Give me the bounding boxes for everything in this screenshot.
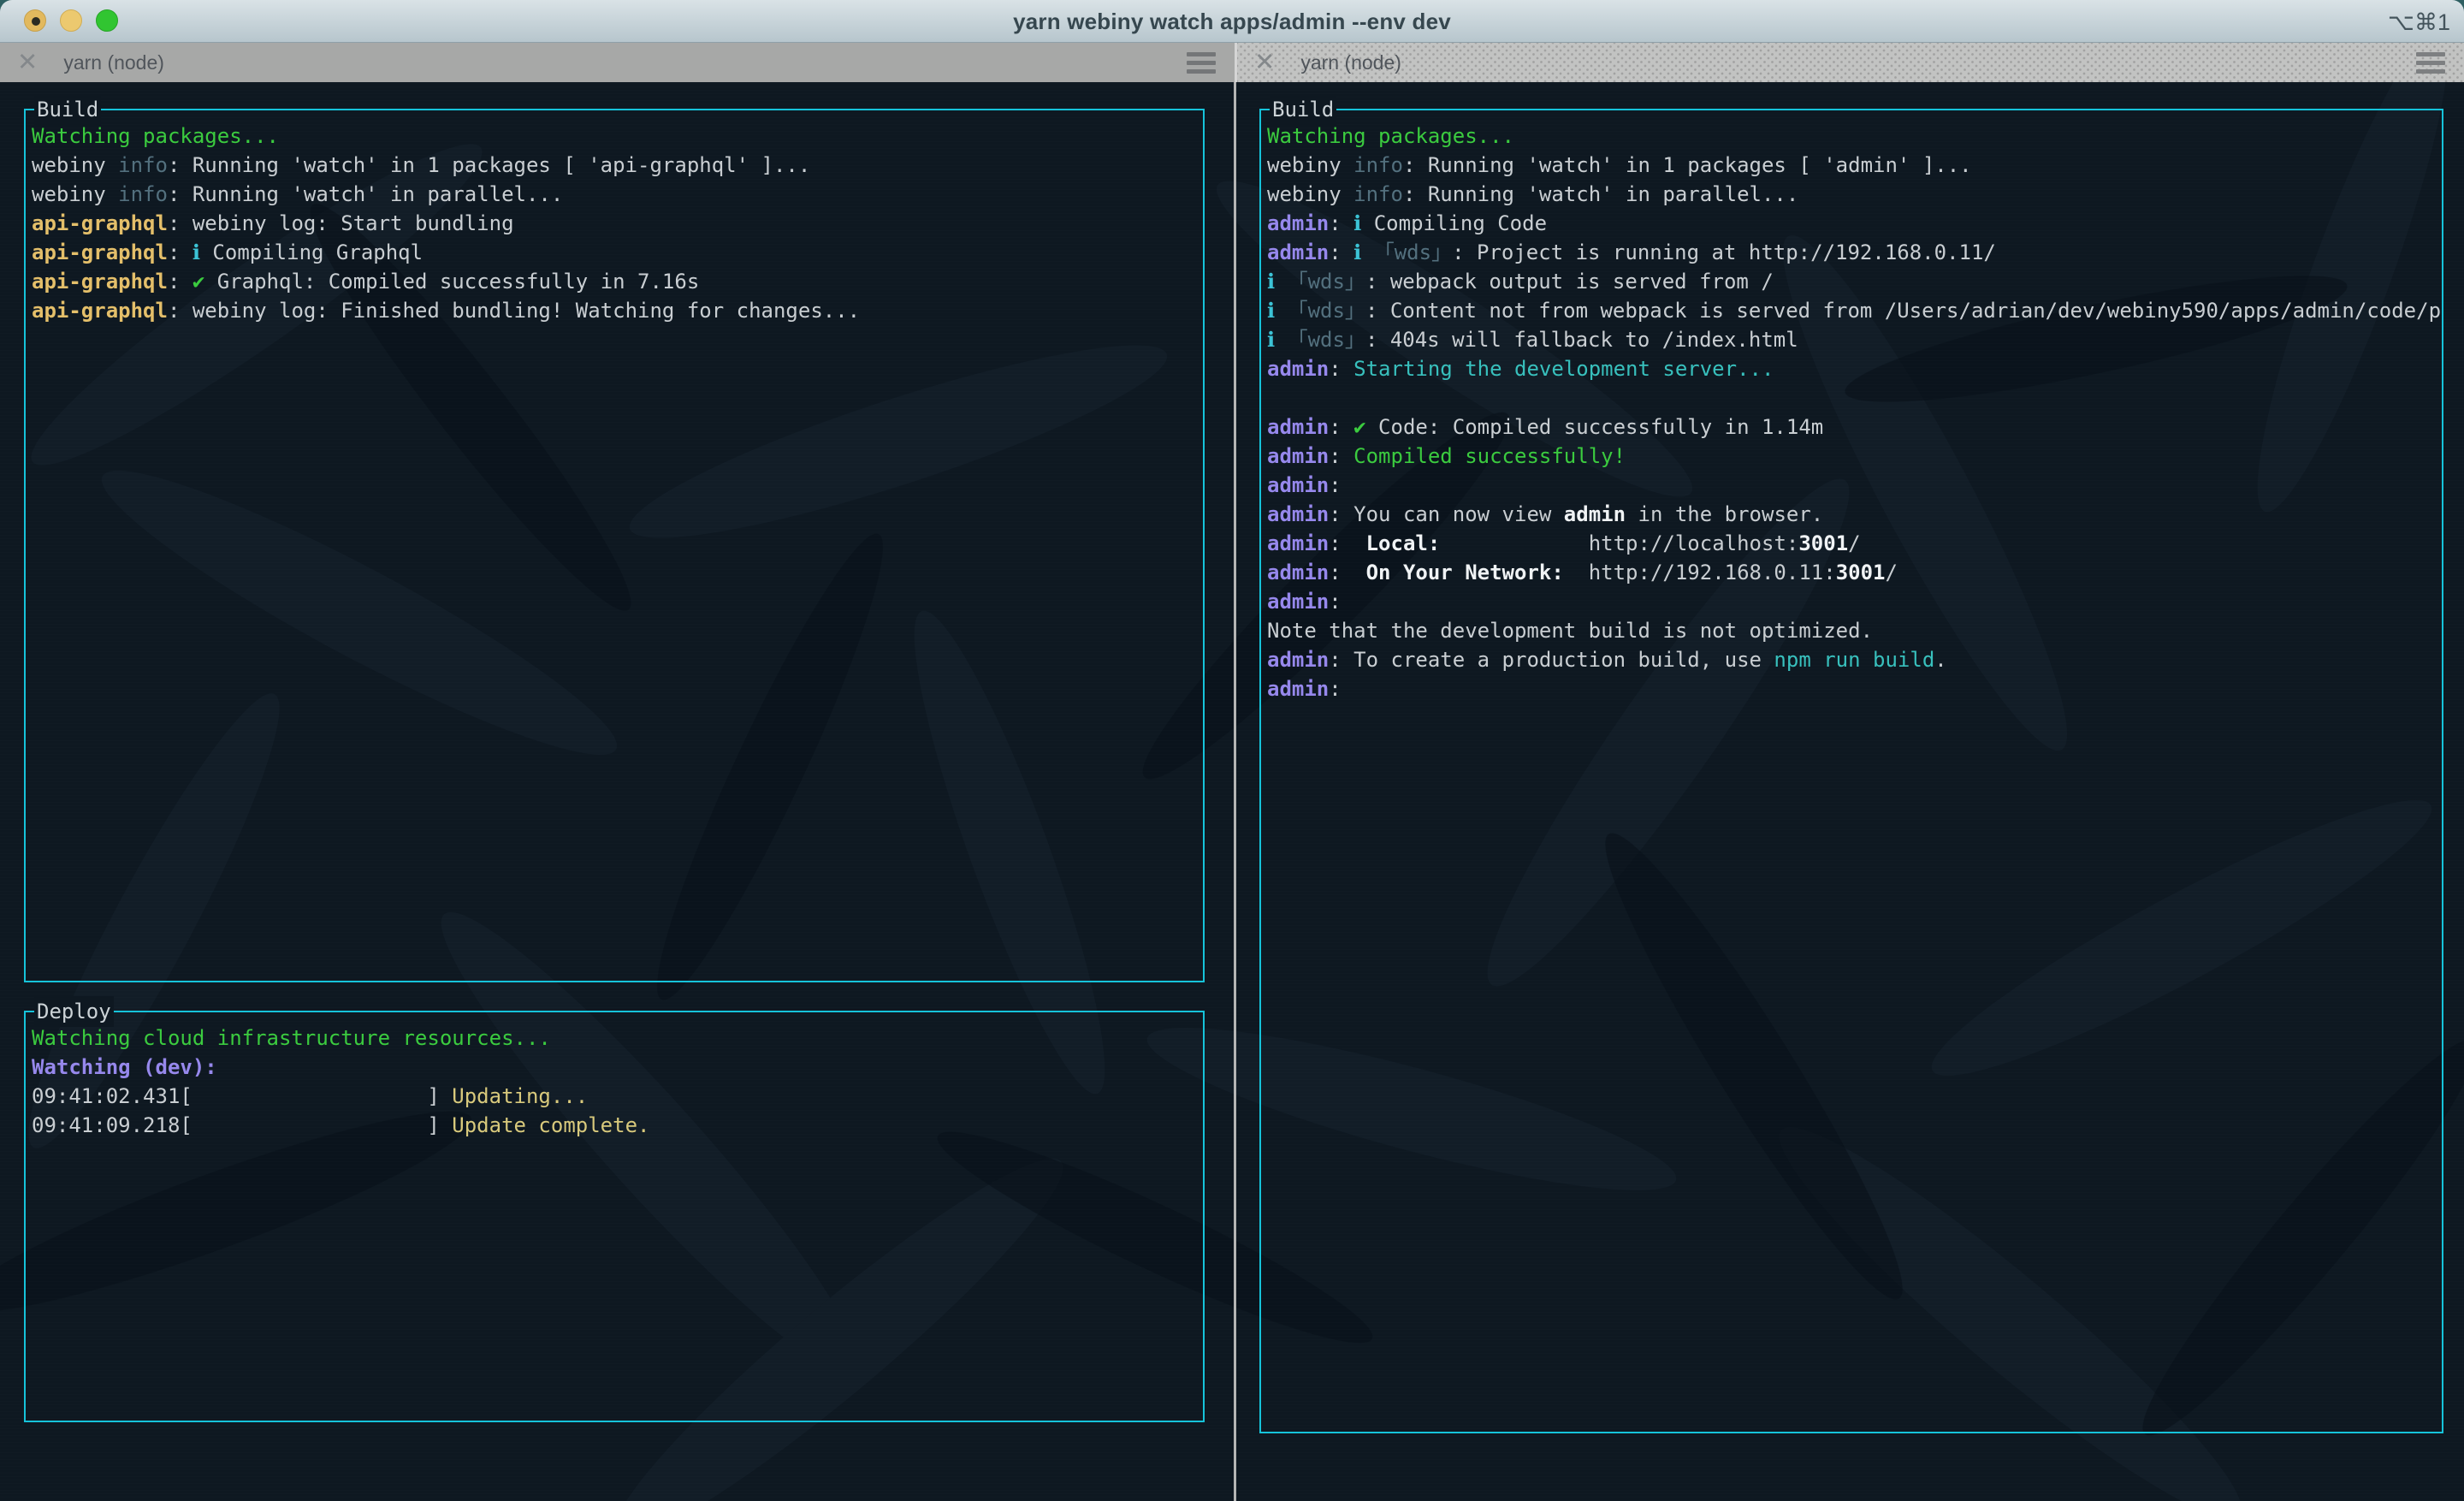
terminal-line: 09:41:02.431[ ] Updating... [32, 1082, 1203, 1111]
terminal-line: Note that the development build is not o… [1267, 616, 2442, 645]
terminal-line: admin: You can now view admin in the bro… [1267, 500, 2442, 529]
terminal-line: Watching (dev): [32, 1053, 1203, 1082]
terminal-line: admin: Starting the development server..… [1267, 354, 2442, 383]
tab-label: yarn (node) [63, 51, 164, 74]
terminal-line: admin: ℹ Compiling Code [1267, 209, 2442, 238]
terminal-line: Watching packages... [32, 122, 1203, 151]
window-title: yarn webiny watch apps/admin --env dev [0, 0, 2464, 43]
terminal-line: Watching cloud infrastructure resources.… [32, 1023, 1203, 1053]
terminal-line: admin: [1267, 471, 2442, 500]
tab-label: yarn (node) [1300, 51, 1401, 74]
terminal-line: Watching packages... [1267, 122, 2442, 151]
terminal-line: webiny info: Running 'watch' in parallel… [32, 180, 1203, 209]
terminal-line: admin: [1267, 674, 2442, 703]
close-tab-icon[interactable]: ✕ [1254, 43, 1275, 82]
hamburger-menu-icon[interactable] [1187, 52, 1216, 74]
box-title: Build [34, 94, 101, 125]
build-box-right: Build Watching packages...webiny info: R… [1259, 109, 2443, 1433]
deploy-log-left: Watching cloud infrastructure resources.… [26, 1012, 1203, 1421]
terminal-line: 09:41:09.218[ ] Update complete. [32, 1111, 1203, 1140]
tab-right-pane[interactable]: ✕ yarn (node) [1237, 43, 2464, 82]
terminal-line: api-graphql: webiny log: Finished bundli… [32, 296, 1203, 325]
terminal-line: admin: Compiled successfully! [1267, 442, 2442, 471]
terminal-line: admin: Local: http://localhost:3001/ [1267, 529, 2442, 558]
terminal-line: admin: [1267, 587, 2442, 616]
hamburger-menu-icon[interactable] [2416, 52, 2445, 74]
terminal-area[interactable]: Build Watching packages...webiny info: R… [0, 82, 2464, 1501]
terminal-window: yarn webiny watch apps/admin --env dev ⌥… [0, 0, 2464, 1501]
terminal-line: api-graphql: webiny log: Start bundling [32, 209, 1203, 238]
close-tab-icon[interactable]: ✕ [17, 43, 38, 82]
terminal-line: admin: ✔ Code: Compiled successfully in … [1267, 412, 2442, 442]
tab-left-pane[interactable]: ✕ yarn (node) [0, 43, 1235, 82]
deploy-box-left: Deploy Watching cloud infrastructure res… [24, 1011, 1205, 1422]
terminal-line: ℹ 「wds」: webpack output is served from / [1267, 267, 2442, 296]
terminal-line [1267, 383, 2442, 412]
box-title: Build [1270, 94, 1336, 125]
terminal-line: admin: ℹ 「wds」: Project is running at ht… [1267, 238, 2442, 267]
terminal-line: ℹ 「wds」: Content not from webpack is ser… [1267, 296, 2442, 325]
box-title: Deploy [34, 996, 114, 1027]
terminal-line: admin: On Your Network: http://192.168.0… [1267, 558, 2442, 587]
build-box-left: Build Watching packages...webiny info: R… [24, 109, 1205, 982]
tab-row: ✕ yarn (node) ✕ yarn (node) [0, 43, 2464, 82]
terminal-line: webiny info: Running 'watch' in 1 packag… [1267, 151, 2442, 180]
terminal-line: api-graphql: ✔ Graphql: Compiled success… [32, 267, 1203, 296]
title-bar[interactable]: yarn webiny watch apps/admin --env dev ⌥… [0, 0, 2464, 43]
terminal-line: ℹ 「wds」: 404s will fallback to /index.ht… [1267, 325, 2442, 354]
terminal-line: webiny info: Running 'watch' in 1 packag… [32, 151, 1203, 180]
terminal-line: admin: To create a production build, use… [1267, 645, 2442, 674]
terminal-line: api-graphql: ℹ Compiling Graphql [32, 238, 1203, 267]
pane-divider[interactable] [1234, 82, 1236, 1501]
build-log-left: Watching packages...webiny info: Running… [26, 110, 1203, 981]
terminal-line: webiny info: Running 'watch' in parallel… [1267, 180, 2442, 209]
window-shortcut-badge: ⌥⌘1 [2388, 0, 2450, 43]
build-log-right: Watching packages...webiny info: Running… [1261, 110, 2442, 1432]
